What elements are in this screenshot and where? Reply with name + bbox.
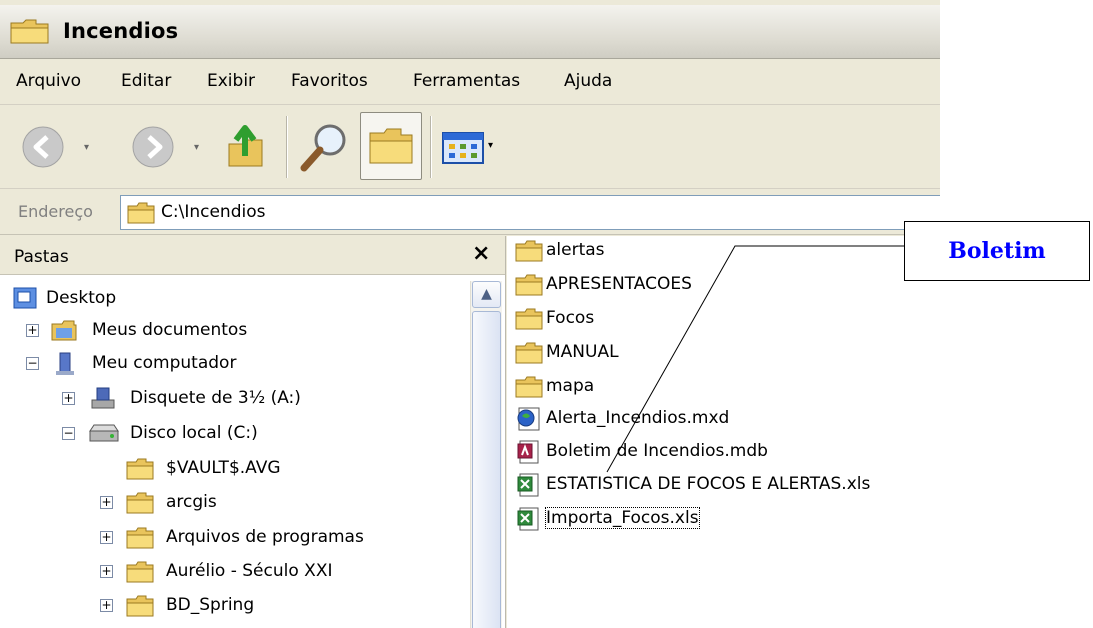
tree-item-label: Arquivos de programas: [166, 527, 364, 547]
tree-item-label: Disco local (C:): [130, 423, 258, 443]
file-name: mapa: [546, 376, 595, 396]
tree-item-label: Aurélio - Século XXI: [166, 561, 333, 581]
file-name: Focos: [546, 308, 595, 328]
folders-pane: Pastas × Desktop + Meus documentos − Meu…: [0, 236, 506, 628]
expand-icon[interactable]: +: [62, 392, 75, 405]
folder-icon: [515, 342, 543, 364]
tree-item-label: arcgis: [166, 492, 217, 512]
menu-ferramentas[interactable]: Ferramentas: [413, 71, 520, 91]
my-documents-icon: [51, 320, 77, 341]
folder-icon: [126, 492, 154, 514]
address-bar: Endereço C:\Incendios: [0, 190, 940, 235]
arcmap-icon: [517, 407, 540, 431]
back-dropdown-icon[interactable]: ▾: [84, 142, 89, 153]
up-folder-icon[interactable]: [225, 122, 271, 174]
callout-label: Boletim: [904, 221, 1090, 281]
views-icon[interactable]: [442, 132, 486, 168]
vertical-scrollbar[interactable]: ▲: [470, 281, 502, 628]
file-name: APRESENTACOES: [546, 274, 692, 294]
folder-icon: [126, 595, 154, 617]
search-icon[interactable]: [298, 120, 352, 178]
tree-item-label: Meu computador: [92, 353, 237, 373]
folder-icon: [515, 274, 543, 296]
folder-icon: [515, 240, 543, 262]
menu-editar[interactable]: Editar: [121, 71, 171, 91]
scroll-thumb[interactable]: [472, 311, 501, 628]
expand-icon[interactable]: +: [100, 565, 113, 578]
forward-icon[interactable]: [130, 124, 176, 174]
computer-icon: [56, 352, 74, 375]
folder-icon: [127, 202, 155, 224]
tree-item-label: BD_Spring: [166, 595, 255, 615]
excel-icon: [517, 507, 539, 531]
folder-icon: [126, 458, 154, 480]
file-name: Boletim de Incendios.mdb: [546, 441, 768, 461]
menu-bar: Arquivo Editar Exibir Favoritos Ferramen…: [0, 60, 940, 105]
window-title: Incendios: [63, 19, 179, 43]
menu-exibir[interactable]: Exibir: [207, 71, 255, 91]
title-bar[interactable]: Incendios: [0, 5, 940, 59]
folders-pane-header: Pastas ×: [0, 236, 505, 275]
expand-icon[interactable]: +: [100, 496, 113, 509]
views-dropdown-icon[interactable]: ▾: [488, 140, 493, 151]
file-name: MANUAL: [546, 342, 619, 362]
menu-ajuda[interactable]: Ajuda: [564, 71, 612, 91]
tree-item-label: Meus documentos: [92, 320, 248, 340]
address-input[interactable]: C:\Incendios: [120, 195, 940, 230]
back-icon[interactable]: [20, 124, 66, 174]
file-list: alertas APRESENTACOES Focos MANUAL mapa …: [507, 236, 940, 628]
expand-icon[interactable]: +: [26, 324, 39, 337]
explorer-window: Incendios Arquivo Editar Exibir Favorito…: [0, 0, 940, 628]
toolbar: ▾ ▾ ▾: [0, 106, 940, 189]
folders-button[interactable]: [360, 112, 422, 180]
tree-item-label: Desktop: [46, 288, 117, 308]
file-name: Importa_Focos.xls: [545, 507, 700, 529]
access-db-icon: [517, 440, 539, 464]
scroll-up-icon[interactable]: ▲: [472, 281, 501, 308]
expand-icon[interactable]: +: [100, 599, 113, 612]
hard-disk-icon: [89, 424, 119, 442]
file-name: ESTATISTICA DE FOCOS E ALERTAS.xls: [546, 474, 871, 494]
address-path: C:\Incendios: [161, 202, 266, 222]
floppy-drive-icon: [91, 387, 115, 409]
folder-icon: [126, 527, 154, 549]
folder-icon: [126, 561, 154, 583]
folder-icon: [10, 18, 50, 48]
forward-dropdown-icon[interactable]: ▾: [194, 142, 199, 153]
tree-item-label: Disquete de 3½ (A:): [130, 388, 301, 408]
expand-icon[interactable]: +: [100, 531, 113, 544]
collapse-icon[interactable]: −: [26, 357, 39, 370]
close-icon[interactable]: ×: [472, 241, 490, 266]
menu-arquivo[interactable]: Arquivo: [16, 71, 81, 91]
file-name: alertas: [546, 240, 605, 260]
tree-item-label: $VAULT$.AVG: [166, 458, 281, 478]
folders-icon: [369, 128, 413, 164]
collapse-icon[interactable]: −: [62, 427, 75, 440]
menu-favoritos[interactable]: Favoritos: [291, 71, 368, 91]
excel-icon: [517, 473, 539, 497]
folder-icon: [515, 376, 543, 398]
folders-pane-title: Pastas: [14, 247, 69, 267]
address-label: Endereço: [18, 202, 93, 221]
file-name: Alerta_Incendios.mxd: [546, 408, 730, 428]
desktop-icon: [13, 287, 37, 309]
folder-icon: [515, 308, 543, 330]
